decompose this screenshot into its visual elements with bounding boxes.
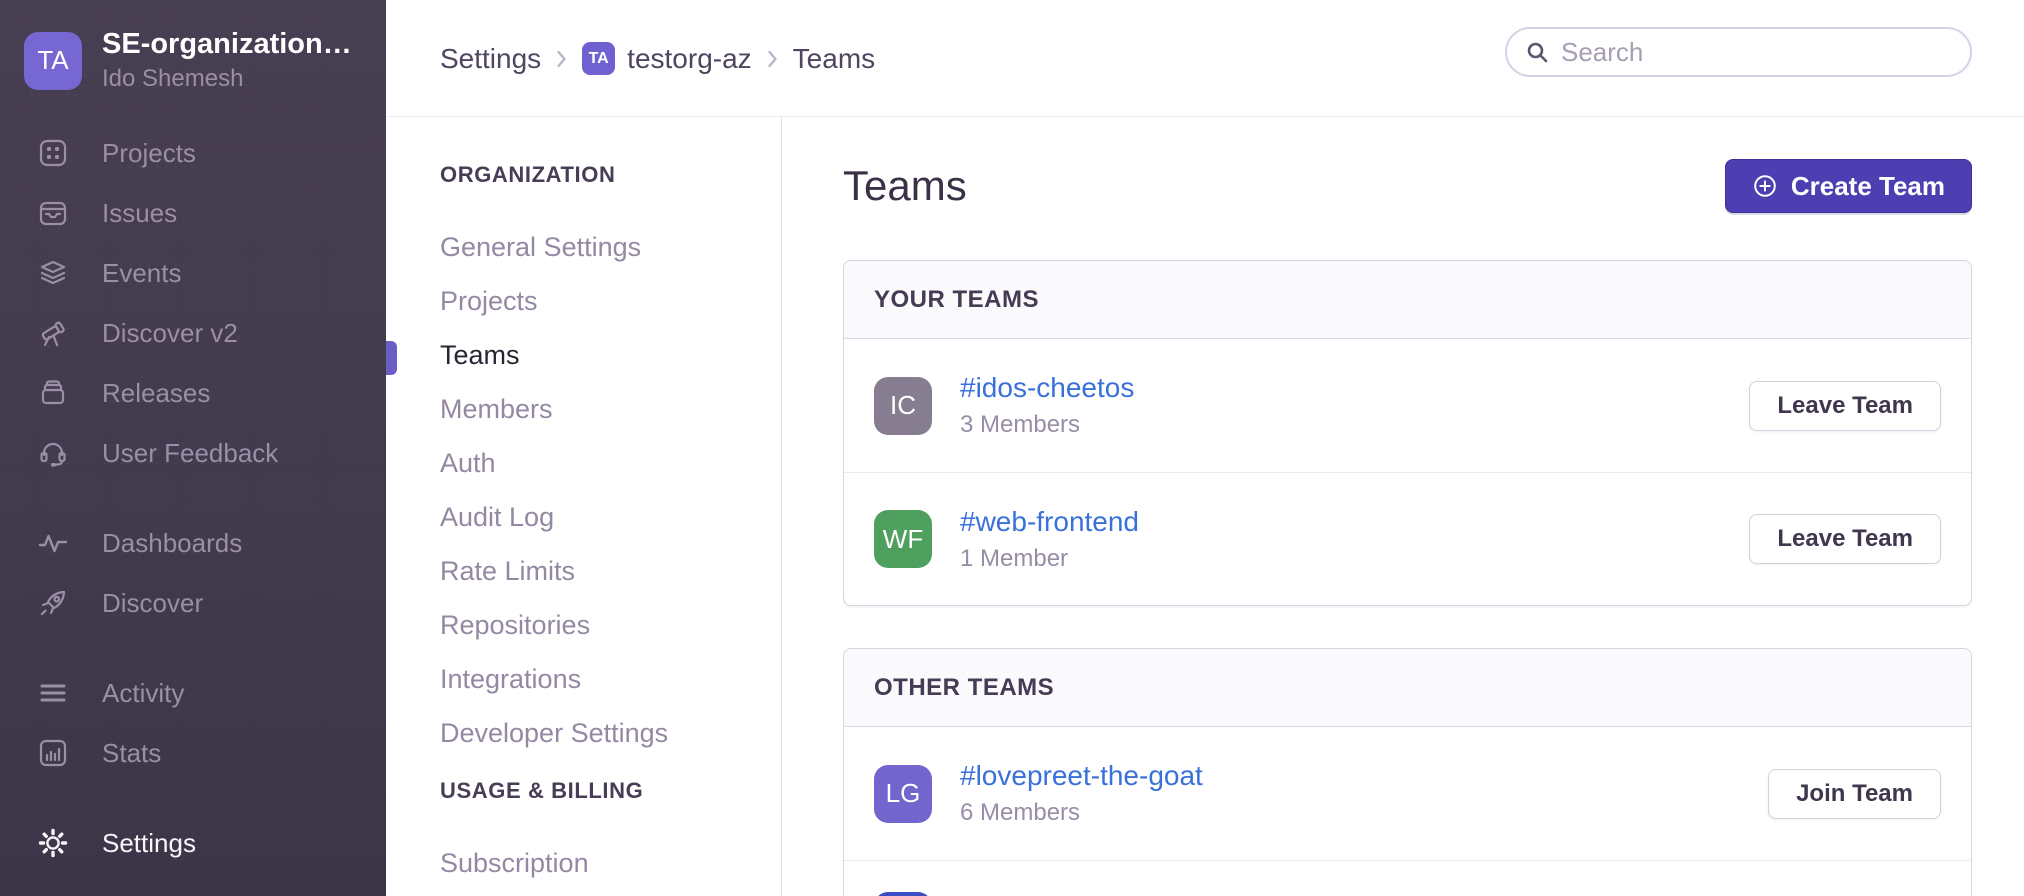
create-team-label: Create Team [1791, 171, 1945, 202]
nav-item-teams[interactable]: Teams [440, 328, 781, 382]
team-avatar: IC [874, 377, 932, 435]
team-link[interactable]: #web-frontend [960, 506, 1139, 538]
team-avatar: LG [874, 765, 932, 823]
panel-header: YOUR TEAMS [844, 261, 1971, 339]
headset-icon [36, 436, 70, 470]
gear-icon [36, 826, 70, 860]
projects-icon [36, 136, 70, 170]
team-row-partial [844, 860, 1971, 896]
settings-topbar: Settings TA testorg-az Teams [386, 0, 2024, 117]
breadcrumb-settings[interactable]: Settings [440, 43, 541, 75]
nav-section-header: ORGANIZATION [440, 162, 781, 188]
sidebar-item-label: Dashboards [102, 528, 242, 559]
team-link[interactable]: #lovepreet-the-goat [960, 760, 1203, 792]
sidebar-item-events[interactable]: Events [0, 243, 386, 303]
sidebar-item-issues[interactable]: Issues [0, 183, 386, 243]
nav-item-repositories[interactable]: Repositories [440, 598, 781, 652]
team-row: WF #web-frontend 1 Member Leave Team [844, 472, 1971, 605]
events-icon [36, 256, 70, 290]
other-teams-panel: OTHER TEAMS LG #lovepreet-the-goat 6 Mem… [843, 648, 1972, 896]
bar-chart-icon [36, 736, 70, 770]
list-lines-icon [36, 676, 70, 710]
leave-team-button[interactable]: Leave Team [1749, 381, 1941, 431]
nav-item-rate-limits[interactable]: Rate Limits [440, 544, 781, 598]
rocket-icon [36, 586, 70, 620]
sidebar-item-activity[interactable]: Activity [0, 663, 386, 723]
nav-item-developer-settings[interactable]: Developer Settings [440, 706, 781, 760]
sidebar-item-projects[interactable]: Projects [0, 123, 386, 183]
pulse-icon [36, 526, 70, 560]
search-input[interactable] [1561, 37, 1952, 68]
nav-item-audit-log[interactable]: Audit Log [440, 490, 781, 544]
create-team-button[interactable]: Create Team [1725, 159, 1972, 213]
content-area: Settings TA testorg-az Teams ORGANIZATIO… [386, 0, 2024, 896]
sidebar-item-label: Settings [102, 828, 196, 859]
user-name: Ido Shemesh [102, 65, 352, 93]
team-row: LG #lovepreet-the-goat 6 Members Join Te… [844, 727, 1971, 860]
sidebar-item-user-feedback[interactable]: User Feedback [0, 423, 386, 483]
search-icon [1525, 40, 1549, 64]
chevron-right-icon [766, 48, 779, 70]
sidebar-item-label: Projects [102, 138, 196, 169]
org-name: SE-organization… [102, 28, 352, 61]
breadcrumb-org-label: testorg-az [627, 43, 752, 75]
team-members-count: 6 Members [960, 799, 1768, 827]
nav-section-organization: ORGANIZATION General Settings Projects T… [440, 162, 781, 760]
team-avatar [874, 892, 932, 896]
breadcrumb: Settings TA testorg-az Teams [440, 0, 875, 117]
releases-icon [36, 376, 70, 410]
sidebar-item-dashboards[interactable]: Dashboards [0, 513, 386, 573]
nav-item-projects[interactable]: Projects [440, 274, 781, 328]
sidebar-item-stats[interactable]: Stats [0, 723, 386, 783]
settings-nav: ORGANIZATION General Settings Projects T… [386, 117, 781, 896]
issues-icon [36, 196, 70, 230]
sidebar-item-discover[interactable]: Discover [0, 573, 386, 633]
sidebar-item-label: Events [102, 258, 182, 289]
app-sidebar: TA SE-organization… Ido Shemesh Projects… [0, 0, 386, 896]
nav-item-integrations[interactable]: Integrations [440, 652, 781, 706]
sidebar-item-releases[interactable]: Releases [0, 363, 386, 423]
sidebar-nav: Projects Issues Events Discover v2 [0, 123, 386, 873]
nav-section-usage-billing: USAGE & BILLING Subscription [440, 778, 781, 890]
team-members-count: 3 Members [960, 411, 1749, 439]
plus-circle-icon [1752, 173, 1778, 199]
sidebar-item-label: Discover v2 [102, 318, 238, 349]
active-nav-indicator [386, 341, 397, 375]
org-badge: TA [582, 42, 615, 75]
search-box [1505, 27, 1972, 77]
nav-item-members[interactable]: Members [440, 382, 781, 436]
chevron-right-icon [555, 48, 568, 70]
nav-item-auth[interactable]: Auth [440, 436, 781, 490]
sidebar-item-label: Releases [102, 378, 210, 409]
panel-header: OTHER TEAMS [844, 649, 1971, 727]
sidebar-item-discover-v2[interactable]: Discover v2 [0, 303, 386, 363]
team-row: IC #idos-cheetos 3 Members Leave Team [844, 339, 1971, 472]
sidebar-item-label: Stats [102, 738, 161, 769]
org-avatar: TA [24, 32, 82, 90]
teams-main: Teams Create Team YOUR TEAMS IC #idos-ch… [782, 117, 2024, 896]
team-link[interactable]: #idos-cheetos [960, 372, 1134, 404]
page-title: Teams [843, 162, 967, 210]
breadcrumb-current: Teams [793, 43, 875, 75]
nav-item-general-settings[interactable]: General Settings [440, 220, 781, 274]
nav-item-subscription[interactable]: Subscription [440, 836, 781, 890]
sidebar-item-label: User Feedback [102, 438, 278, 469]
join-team-button[interactable]: Join Team [1768, 769, 1941, 819]
team-members-count: 1 Member [960, 545, 1749, 573]
org-switcher[interactable]: TA SE-organization… Ido Shemesh [0, 0, 386, 93]
sidebar-item-label: Activity [102, 678, 184, 709]
telescope-icon [36, 316, 70, 350]
sidebar-item-label: Issues [102, 198, 177, 229]
nav-section-header: USAGE & BILLING [440, 778, 781, 804]
sidebar-item-label: Discover [102, 588, 203, 619]
team-avatar: WF [874, 510, 932, 568]
leave-team-button[interactable]: Leave Team [1749, 514, 1941, 564]
your-teams-panel: YOUR TEAMS IC #idos-cheetos 3 Members Le… [843, 260, 1972, 606]
breadcrumb-org[interactable]: TA testorg-az [582, 42, 752, 75]
sidebar-item-settings[interactable]: Settings [0, 813, 386, 873]
